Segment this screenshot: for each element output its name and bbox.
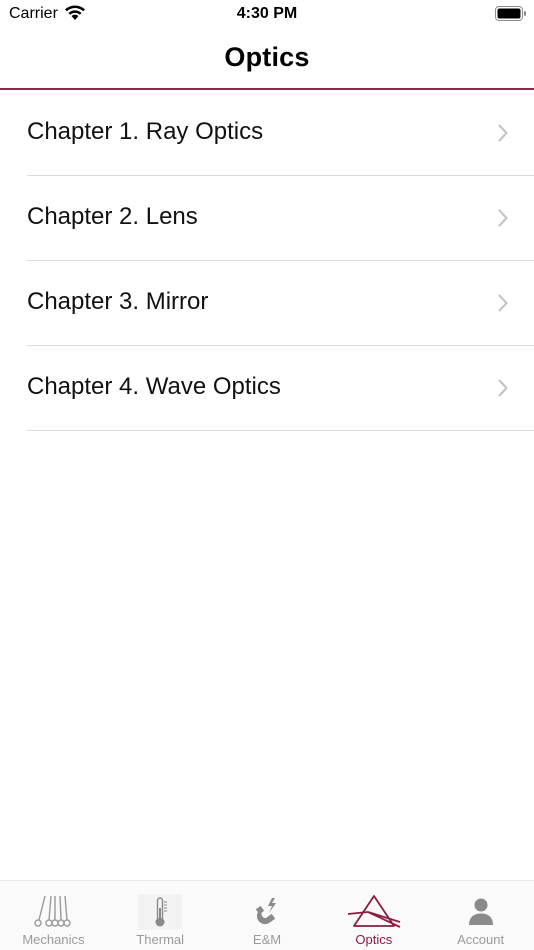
tab-label: Optics xyxy=(355,932,393,947)
chapter-row-ray-optics[interactable]: Chapter 1. Ray Optics xyxy=(0,91,534,176)
chapter-row-lens[interactable]: Chapter 2. Lens xyxy=(0,176,534,261)
magnet-icon xyxy=(255,898,276,925)
chapter-label: Chapter 3. Mirror xyxy=(27,288,209,315)
tab-label: Thermal xyxy=(136,932,185,947)
tab-bar: Mechanics Thermal E&M Optics Account xyxy=(0,880,534,950)
tab-em[interactable]: E&M xyxy=(214,881,321,950)
chapter-row-wave-optics[interactable]: Chapter 4. Wave Optics xyxy=(0,346,534,431)
tab-label: E&M xyxy=(252,932,282,947)
chapter-label: Chapter 4. Wave Optics xyxy=(27,373,281,400)
tab-thermal[interactable]: Thermal xyxy=(107,881,214,950)
chevron-right-icon xyxy=(498,124,508,142)
thermometer-icon xyxy=(138,894,183,930)
chapter-label: Chapter 1. Ray Optics xyxy=(27,118,264,145)
chapter-list: Chapter 1. Ray Optics Chapter 2. Lens Ch… xyxy=(0,91,534,431)
chevron-right-icon xyxy=(498,294,508,312)
page-title: Optics xyxy=(224,42,310,72)
status-time: 4:30 PM xyxy=(236,5,298,22)
tab-optics[interactable]: Optics xyxy=(320,881,427,950)
tab-label: Mechanics xyxy=(22,932,85,947)
status-bar: Carrier 4:30 PM xyxy=(0,0,534,28)
person-icon xyxy=(468,898,493,925)
chapter-label: Chapter 2. Lens xyxy=(27,203,198,230)
chevron-right-icon xyxy=(498,379,508,397)
tab-account[interactable]: Account xyxy=(427,881,534,950)
chevron-right-icon xyxy=(498,209,508,227)
battery-icon xyxy=(495,6,526,21)
prism-icon xyxy=(347,895,401,928)
newtons-cradle-icon xyxy=(34,895,72,927)
navigation-bar: Optics xyxy=(0,28,534,90)
tab-mechanics[interactable]: Mechanics xyxy=(0,881,107,950)
chapter-row-mirror[interactable]: Chapter 3. Mirror xyxy=(0,261,534,346)
tab-label: Account xyxy=(457,932,505,947)
